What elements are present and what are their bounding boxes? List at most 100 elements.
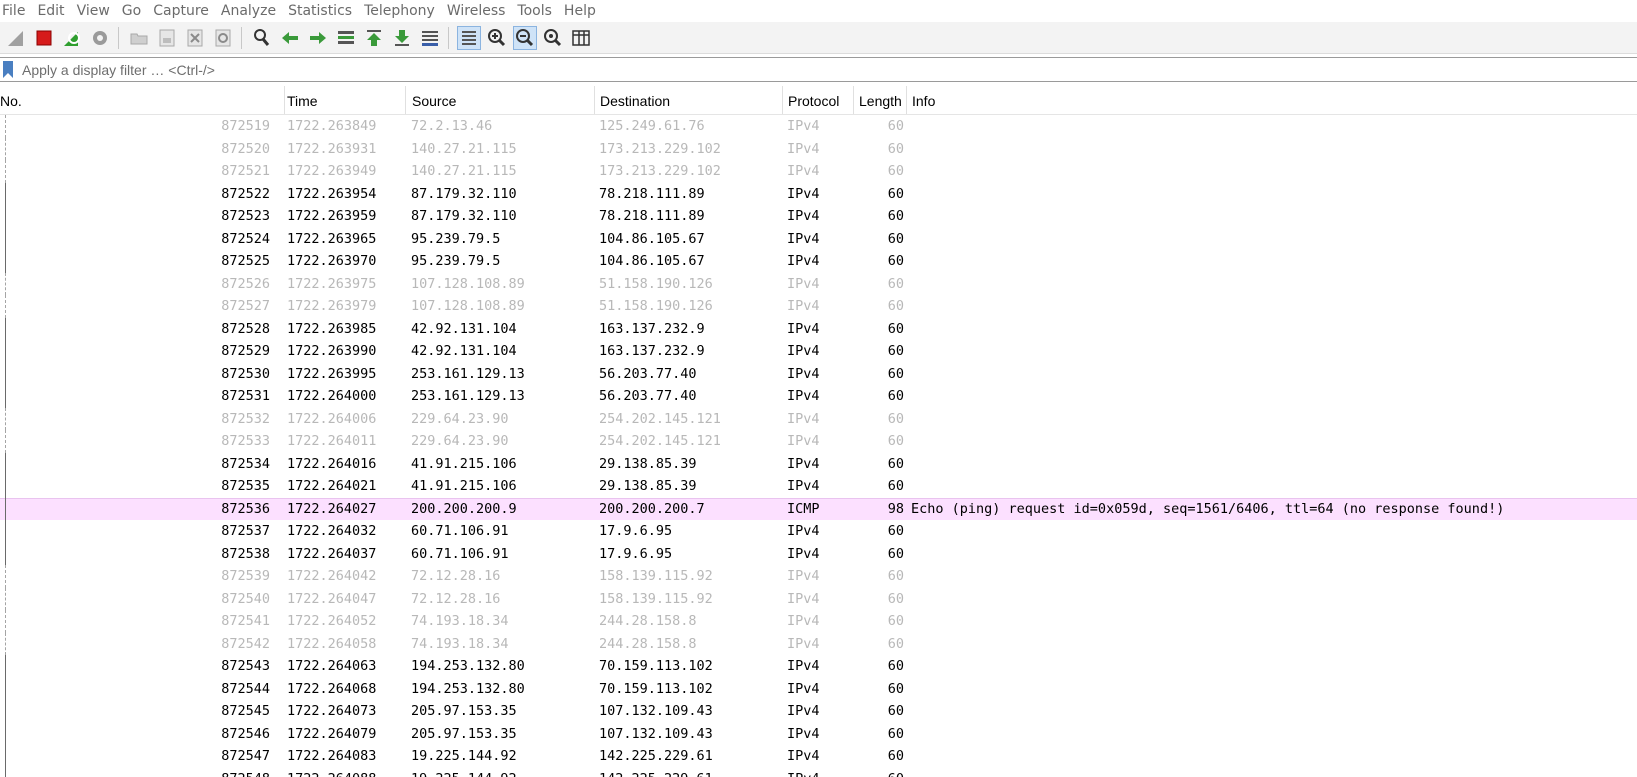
packet-row[interactable]: 872548 1722.264088 19.225.144.92 142.225.22…: [0, 767, 1637, 777]
packet-row[interactable]: 872531 1722.264000 253.161.129.13 56.203.77…: [0, 385, 1637, 408]
packet-row[interactable]: 872539 1722.264042 72.12.28.16 158.139.115.…: [0, 565, 1637, 588]
packet-destination: 70.159.113.102: [599, 680, 713, 697]
menu-tools[interactable]: Tools: [511, 3, 558, 19]
packet-length: 60: [887, 208, 904, 224]
packet-row[interactable]: 872521 1722.263949 140.27.21.115 173.213.22…: [0, 160, 1637, 183]
packet-time: 1722.264011: [287, 433, 377, 449]
packet-row[interactable]: 872530 1722.263995 253.161.129.13 56.203.77…: [0, 362, 1637, 385]
packet-length: 60: [887, 635, 904, 652]
packet-time: 1722.264021: [287, 478, 377, 494]
packet-row[interactable]: 872522 1722.263954 87.179.32.110 78.218.111…: [0, 182, 1637, 205]
zoom-out-icon[interactable]: [513, 25, 537, 50]
packet-row[interactable]: 872525 1722.263970 95.239.79.5 104.86.105.6…: [0, 250, 1637, 273]
go-back-icon[interactable]: [278, 26, 302, 50]
packet-row[interactable]: 872524 1722.263965 95.239.79.5 104.86.105.6…: [0, 227, 1637, 250]
save-file-icon[interactable]: [155, 26, 179, 50]
packet-row[interactable]: 872533 1722.264011 229.64.23.90 254.202.145…: [0, 430, 1637, 453]
packet-row[interactable]: 872542 1722.264058 74.193.18.34 244.28.158.…: [0, 632, 1637, 655]
packet-destination: 158.139.115.92: [599, 590, 713, 607]
colorize-icon[interactable]: [457, 25, 481, 50]
packet-row[interactable]: 872545 1722.264073 205.97.153.35 107.132.10…: [0, 700, 1637, 723]
packet-protocol: IPv4: [787, 455, 820, 472]
column-header-destination[interactable]: Destination: [595, 86, 783, 114]
packet-row[interactable]: 872535 1722.264021 41.91.215.106 29.138.85.…: [0, 475, 1637, 498]
packet-row[interactable]: 872541 1722.264052 74.193.18.34 244.28.158.…: [0, 610, 1637, 633]
packet-row[interactable]: 872523 1722.263959 87.179.32.110 78.218.111…: [0, 205, 1637, 228]
menu-edit[interactable]: Edit: [31, 3, 70, 19]
packet-protocol: IPv4: [787, 320, 820, 337]
packet-row[interactable]: 872534 1722.264016 41.91.215.106 29.138.85.…: [0, 452, 1637, 475]
packet-row[interactable]: 872528 1722.263985 42.92.131.104 163.137.23…: [0, 317, 1637, 340]
reload-file-icon[interactable]: [211, 26, 235, 50]
packet-row[interactable]: 872519 1722.263849 72.2.13.46 125.249.61.76…: [0, 115, 1637, 138]
packet-protocol: IPv4: [787, 545, 820, 562]
packet-length: 60: [887, 478, 904, 494]
go-to-packet-icon[interactable]: [334, 26, 358, 50]
menu-go[interactable]: Go: [116, 3, 147, 19]
packet-length: 60: [887, 545, 904, 562]
packet-row[interactable]: 872538 1722.264037 60.71.106.91 17.9.6.95 IP…: [0, 542, 1637, 565]
packet-row[interactable]: 872529 1722.263990 42.92.131.104 163.137.23…: [0, 340, 1637, 363]
find-packet-icon[interactable]: [250, 26, 274, 50]
packet-source: 74.193.18.34: [411, 635, 509, 652]
packet-info: Echo (ping) request id=0x059d, seq=1561/…: [911, 500, 1505, 517]
packet-row[interactable]: 872537 1722.264032 60.71.106.91 17.9.6.95 IP…: [0, 520, 1637, 543]
packet-row[interactable]: 872540 1722.264047 72.12.28.16 158.139.115.…: [0, 587, 1637, 610]
menu-help[interactable]: Help: [558, 3, 602, 19]
column-header-no[interactable]: No.: [0, 86, 285, 114]
packet-row[interactable]: 872544 1722.264068 194.253.132.80 70.159.11…: [0, 677, 1637, 700]
shark-fin-start-icon[interactable]: [4, 26, 28, 50]
packet-source: 253.161.129.13: [411, 365, 525, 382]
packet-destination: 51.158.190.126: [599, 275, 713, 292]
capture-options-icon[interactable]: [88, 26, 112, 50]
packet-row[interactable]: 872532 1722.264006 229.64.23.90 254.202.145…: [0, 407, 1637, 430]
column-header-protocol[interactable]: Protocol: [783, 86, 854, 114]
packet-length: 60: [887, 320, 904, 337]
menu-view[interactable]: View: [71, 3, 116, 19]
packet-protocol: IPv4: [787, 253, 820, 269]
packet-row[interactable]: 872520 1722.263931 140.27.21.115 173.213.22…: [0, 137, 1637, 160]
packet-source: 194.253.132.80: [411, 658, 525, 674]
column-header-time[interactable]: Time: [282, 86, 406, 114]
packet-source: 60.71.106.91: [411, 523, 509, 539]
zoom-in-icon[interactable]: [485, 26, 509, 50]
resize-columns-icon[interactable]: [569, 26, 593, 50]
packet-row[interactable]: 872526 1722.263975 107.128.108.89 51.158.19…: [0, 272, 1637, 295]
packet-row[interactable]: 872527 1722.263979 107.128.108.89 51.158.19…: [0, 295, 1637, 318]
packet-time: 1722.264032: [287, 523, 377, 539]
packet-row[interactable]: 872543 1722.264063 194.253.132.80 70.159.11…: [0, 655, 1637, 678]
packet-time: 1722.264058: [287, 635, 377, 652]
restart-capture-icon[interactable]: [60, 26, 84, 50]
zoom-normal-icon[interactable]: [541, 26, 565, 50]
display-filter-input[interactable]: [22, 61, 1602, 78]
autoscroll-icon[interactable]: [418, 26, 442, 50]
packet-number: 872544: [221, 680, 270, 697]
packet-row[interactable]: 872547 1722.264083 19.225.144.92 142.225.22…: [0, 745, 1637, 768]
packet-source: 72.2.13.46: [411, 118, 493, 134]
column-header-info[interactable]: Info: [907, 86, 1637, 114]
packet-protocol: IPv4: [787, 725, 820, 742]
menu-telephony[interactable]: Telephony: [358, 3, 441, 19]
packet-length: 60: [887, 590, 904, 607]
menu-capture[interactable]: Capture: [147, 3, 215, 19]
packet-number: 872543: [221, 658, 270, 674]
go-first-icon[interactable]: [362, 26, 386, 50]
menu-wireless[interactable]: Wireless: [441, 3, 512, 19]
packet-row[interactable]: 872536 1722.264027 200.200.200.9 200.200.20…: [0, 497, 1637, 520]
packet-time: 1722.264016: [287, 455, 377, 472]
bookmark-icon[interactable]: [2, 61, 14, 78]
column-header-source[interactable]: Source: [407, 86, 595, 114]
go-last-icon[interactable]: [390, 26, 414, 50]
column-header-length[interactable]: Length: [854, 86, 907, 114]
packet-protocol: IPv4: [787, 410, 820, 427]
packet-source: 205.97.153.35: [411, 703, 517, 719]
packet-row[interactable]: 872546 1722.264079 205.97.153.35 107.132.10…: [0, 722, 1637, 745]
menu-statistics[interactable]: Statistics: [282, 3, 358, 19]
close-file-icon[interactable]: [183, 26, 207, 50]
menu-analyze[interactable]: Analyze: [215, 3, 282, 19]
go-forward-icon[interactable]: [306, 26, 330, 50]
open-file-icon[interactable]: [127, 26, 151, 50]
packet-source: 95.239.79.5: [411, 230, 501, 247]
stop-capture-icon[interactable]: [32, 26, 56, 50]
menu-file[interactable]: File: [0, 3, 31, 19]
